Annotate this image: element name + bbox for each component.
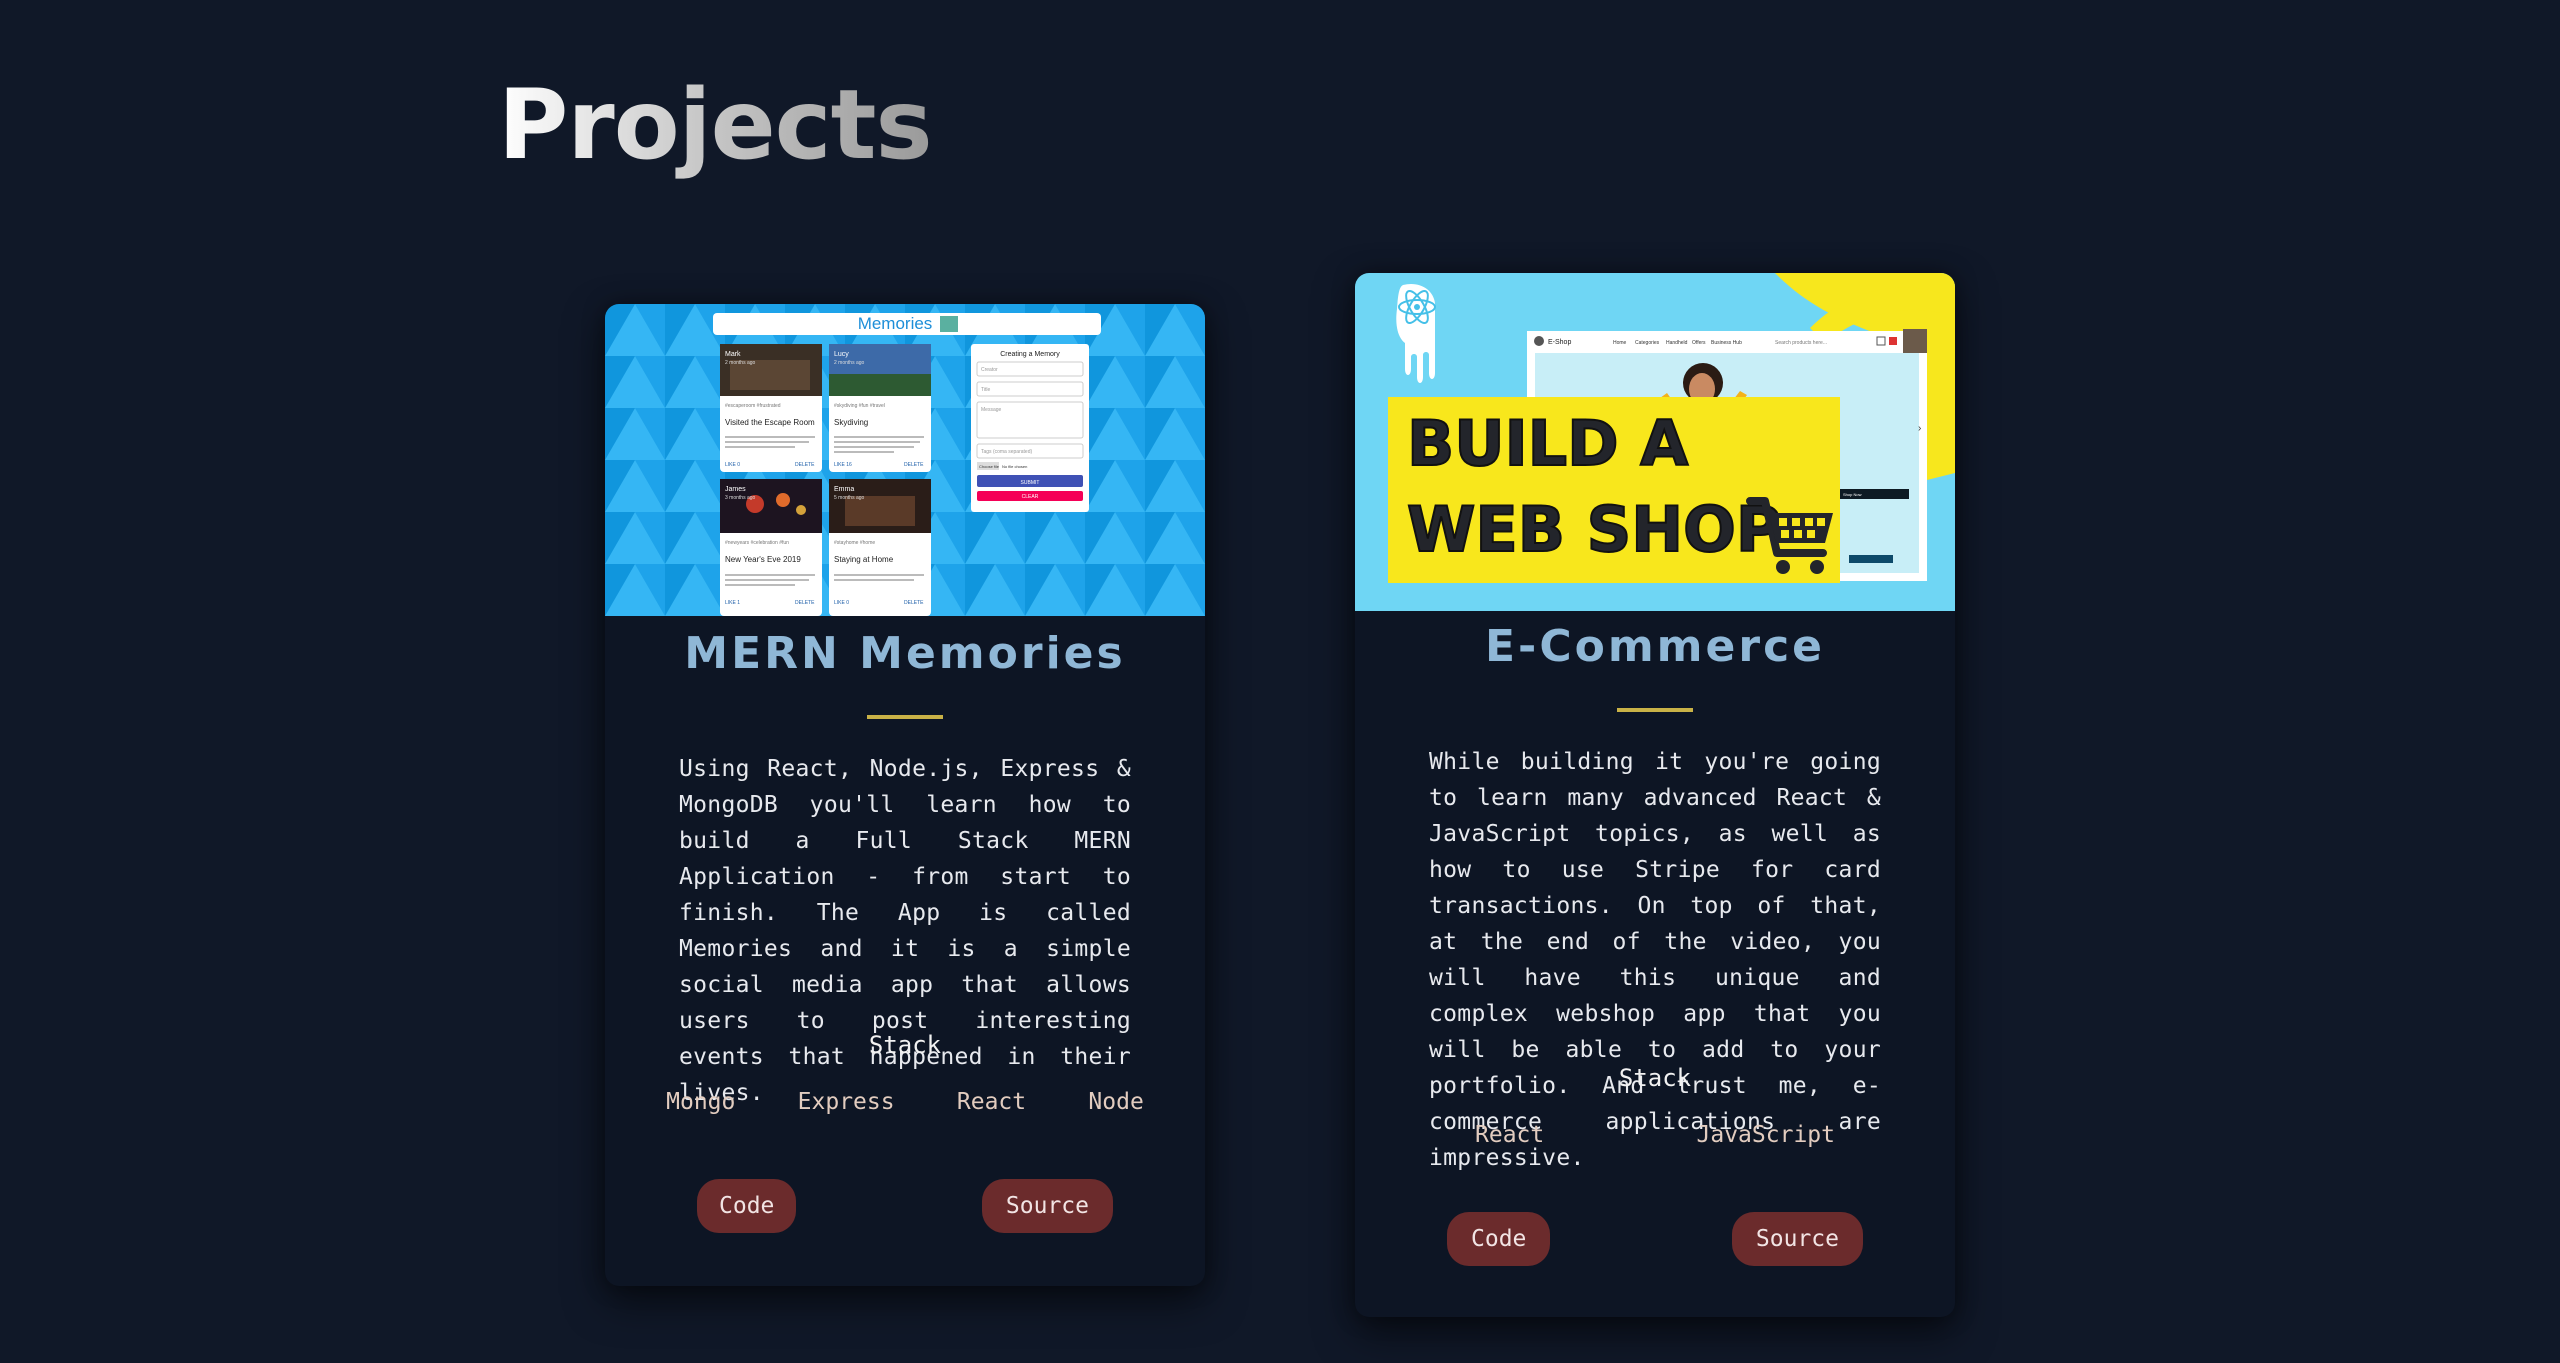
build-a-webshop-headline: BUILD A WEB SHOP [1388,397,1840,583]
svg-text:LIKE 0: LIKE 0 [834,600,849,606]
svg-text:Tags (coma separated): Tags (coma separated) [981,449,1032,455]
svg-text:Skydiving: Skydiving [834,418,868,427]
source-button[interactable]: Source [1731,1212,1863,1266]
svg-text:LIKE 0: LIKE 0 [725,462,740,468]
stack-list: Mongo Express React Node [605,1089,1205,1115]
svg-text:Choose file: Choose file [979,464,1000,469]
stack-item-react: React [956,1089,1027,1115]
svg-text:WEB SHOP: WEB SHOP [1407,493,1781,566]
svg-text:Lucy: Lucy [834,351,849,358]
svg-text:Staying at Home: Staying at Home [834,555,894,564]
svg-text:Handheld: Handheld [1666,340,1688,346]
svg-text:Mark: Mark [725,351,741,358]
memory-post-1: Mark 2 months ago #escaperoom #frustrate… [720,344,822,472]
svg-text:Categories: Categories [1635,340,1660,346]
svg-text:5 months ago: 5 months ago [834,495,865,501]
svg-text:#skydiving #fun #travel: #skydiving #fun #travel [834,403,885,409]
source-button[interactable]: Source [981,1179,1113,1233]
stack-item-mongo: Mongo [666,1089,736,1115]
svg-text:Emma: Emma [834,486,854,493]
project-title: MERN Memories [684,628,1126,679]
webshop-screenshot: E-Shop Home Categories Handheld Offers B… [1355,273,1955,611]
stack-item-react: React [1475,1122,1545,1148]
project-card-e-commerce: E-Shop Home Categories Handheld Offers B… [1355,273,1955,1317]
project-thumbnail[interactable]: Memories Mark 2 months ago #escaperoom #… [605,304,1205,616]
svg-text:No file chosen: No file chosen [1002,464,1027,469]
svg-text:Home: Home [1613,340,1627,346]
title-divider [867,715,943,719]
svg-text:Title: Title [981,387,990,393]
memories-app-title: Memories [858,314,933,333]
memory-post-4: Emma 5 months ago #stayhome #home Stayin… [829,479,931,616]
project-card-mern-memories: Memories Mark 2 months ago #escaperoom #… [605,304,1205,1286]
page-title: Projects [498,60,933,190]
project-title: E-Commerce [1485,621,1825,672]
project-description: While building it you're going to learn … [1429,749,1881,1171]
svg-text:Creator: Creator [981,367,998,373]
svg-text:2 months ago: 2 months ago [725,360,756,366]
memories-screenshot: Memories Mark 2 months ago #escaperoom #… [605,304,1205,616]
create-memory-form: Creating a Memory Creator Title Message … [971,344,1089,512]
svg-text:2 months ago: 2 months ago [834,360,865,366]
svg-text:LIKE 1: LIKE 1 [725,600,740,606]
stack-item-javascript: JavaScript [1696,1122,1835,1148]
svg-text:Search products here...: Search products here... [1775,340,1827,346]
project-actions: Code Source [1355,1212,1955,1266]
svg-text:#newyears #celebration #fun: #newyears #celebration #fun [725,540,789,546]
svg-text:Visited the Escape Room: Visited the Escape Room [725,418,815,427]
svg-text:Offers: Offers [1692,340,1706,346]
svg-text:#stayhome #home: #stayhome #home [834,540,875,546]
svg-text:DELETE: DELETE [795,600,815,606]
svg-text:SUBMIT: SUBMIT [1021,480,1040,486]
svg-text:Shop Now: Shop Now [1843,492,1862,497]
project-thumbnail[interactable]: E-Shop Home Categories Handheld Offers B… [1355,273,1955,611]
svg-text:James: James [725,486,746,493]
code-button[interactable]: Code [697,1179,797,1233]
svg-text:New Year's Eve 2019: New Year's Eve 2019 [725,555,801,564]
code-button[interactable]: Code [1447,1212,1551,1266]
svg-text:CLEAR: CLEAR [1022,494,1039,500]
svg-text:DELETE: DELETE [795,462,815,468]
svg-text:›: › [1918,423,1921,434]
svg-text:LIKE 16: LIKE 16 [834,462,852,468]
svg-text:Message: Message [981,407,1002,413]
svg-text:Creating a Memory: Creating a Memory [1000,351,1060,358]
project-actions: Code Source [605,1179,1205,1233]
stack-item-node: Node [1088,1089,1144,1115]
svg-text:#escaperoom #frustrated: #escaperoom #frustrated [725,403,781,409]
svg-text:E-Shop: E-Shop [1548,339,1571,346]
svg-text:3 months ago: 3 months ago [725,495,756,501]
svg-text:DELETE: DELETE [904,600,924,606]
svg-text:BUILD A: BUILD A [1407,407,1688,480]
svg-text:Business Hub: Business Hub [1711,340,1742,346]
memory-post-3: James 3 months ago #newyears #celebratio… [720,479,822,616]
svg-text:DELETE: DELETE [904,462,924,468]
title-divider [1617,708,1693,712]
memory-post-2: Lucy 2 months ago #skydiving #fun #trave… [829,344,931,472]
stack-item-express: Express [797,1089,895,1115]
project-description: Using React, Node.js, Express & MongoDB … [679,756,1131,1106]
